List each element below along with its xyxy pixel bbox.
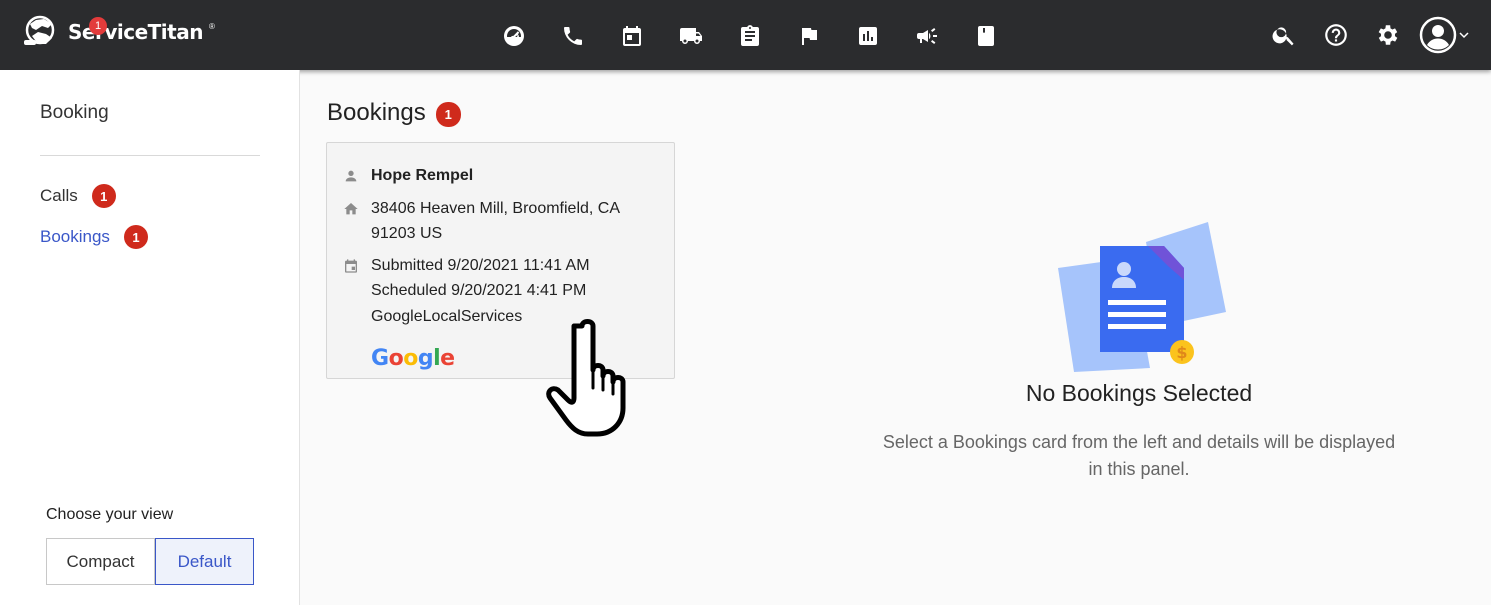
help-button[interactable] xyxy=(1310,12,1362,58)
empty-state-message: Select a Bookings card from the left and… xyxy=(882,432,1396,479)
nav-dashboard[interactable] xyxy=(484,14,543,58)
servicetitan-logo[interactable]: ServiceTitan ® xyxy=(22,14,215,50)
booking-card[interactable]: Hope Rempel 38406 Heaven Mill, Broomfiel… xyxy=(326,142,675,379)
sidebar-divider xyxy=(40,155,260,156)
booking-source: GoogleLocalServices xyxy=(371,308,523,325)
google-logo: Google xyxy=(371,346,455,371)
user-menu[interactable] xyxy=(1414,12,1474,58)
settings-button[interactable] xyxy=(1362,12,1414,58)
compact-view-button[interactable]: Compact xyxy=(46,538,155,585)
bookings-count-badge: 1 xyxy=(123,225,148,249)
search-button[interactable] xyxy=(1258,12,1310,58)
calls-notification-badge: 1 xyxy=(89,17,107,35)
page-title-text: Bookings xyxy=(327,98,426,126)
flag-icon xyxy=(801,28,817,45)
default-view-button[interactable]: Default xyxy=(155,538,254,585)
main-nav xyxy=(484,14,1015,58)
calendar-small-icon xyxy=(345,259,357,273)
booking-sidebar: Booking Calls 1 Bookings 1 Choose your v… xyxy=(0,70,300,605)
dashboard-icon xyxy=(503,26,524,46)
no-bookings-illustration: $ xyxy=(1058,222,1226,372)
settings-icon xyxy=(1378,25,1398,45)
nav-dispatch[interactable] xyxy=(661,14,720,58)
chevron-down-icon xyxy=(1459,32,1469,39)
svg-text:$: $ xyxy=(1176,343,1187,362)
titan-logo-icon xyxy=(24,15,55,45)
customer-name: Hope Rempel xyxy=(371,167,474,184)
nav-calls[interactable] xyxy=(543,14,602,58)
sidebar-title: Booking xyxy=(40,102,109,123)
sidebar-item-bookings[interactable]: Bookings 1 xyxy=(40,225,148,249)
view-chooser-label: Choose your view xyxy=(46,506,174,523)
truck-icon xyxy=(679,28,702,44)
sidebar-item-label: Calls xyxy=(40,186,78,205)
phone-icon xyxy=(563,27,582,45)
person-icon xyxy=(345,170,357,182)
user-avatar-icon xyxy=(1419,16,1457,54)
home-icon xyxy=(344,203,358,215)
address-line-2: 91203 US xyxy=(371,225,443,242)
scheduled-date: Scheduled 9/20/2021 4:41 PM xyxy=(371,282,587,299)
card-dates-row: Submitted 9/20/2021 11:41 AM Scheduled 9… xyxy=(343,253,590,303)
address-line-1: 38406 Heaven Mill, Broomfield, CA xyxy=(371,200,621,217)
card-address-row: 38406 Heaven Mill, Broomfield, CA 91203 … xyxy=(343,196,620,246)
clipboard-icon xyxy=(740,25,759,46)
view-toggle: Compact Default xyxy=(46,538,254,585)
card-customer-row: Hope Rempel xyxy=(343,163,473,188)
empty-state-title: No Bookings Selected xyxy=(1025,380,1253,406)
nav-reports[interactable] xyxy=(838,14,897,58)
bookings-title-badge: 1 xyxy=(435,102,461,127)
nav-marketing[interactable] xyxy=(897,14,956,58)
nav-follow-ups[interactable] xyxy=(779,14,838,58)
calls-count-badge: 1 xyxy=(91,184,116,208)
nav-calendar[interactable] xyxy=(602,14,661,58)
sidebar-item-calls[interactable]: Calls 1 xyxy=(40,184,116,208)
submitted-date: Submitted 9/20/2021 11:41 AM xyxy=(371,257,590,274)
calendar-icon xyxy=(622,26,641,46)
sidebar-item-label: Bookings xyxy=(40,227,110,246)
nav-tasks[interactable] xyxy=(720,14,779,58)
page-title: Bookings 1 xyxy=(327,98,461,127)
top-navigation-bar: ServiceTitan ® 1 xyxy=(0,0,1491,70)
header-tools xyxy=(1258,12,1474,58)
megaphone-icon xyxy=(916,28,937,44)
reports-icon xyxy=(858,27,877,45)
nav-pricebook[interactable] xyxy=(956,14,1015,58)
book-icon xyxy=(977,26,994,46)
search-icon xyxy=(1272,27,1294,46)
help-icon xyxy=(1325,24,1347,46)
